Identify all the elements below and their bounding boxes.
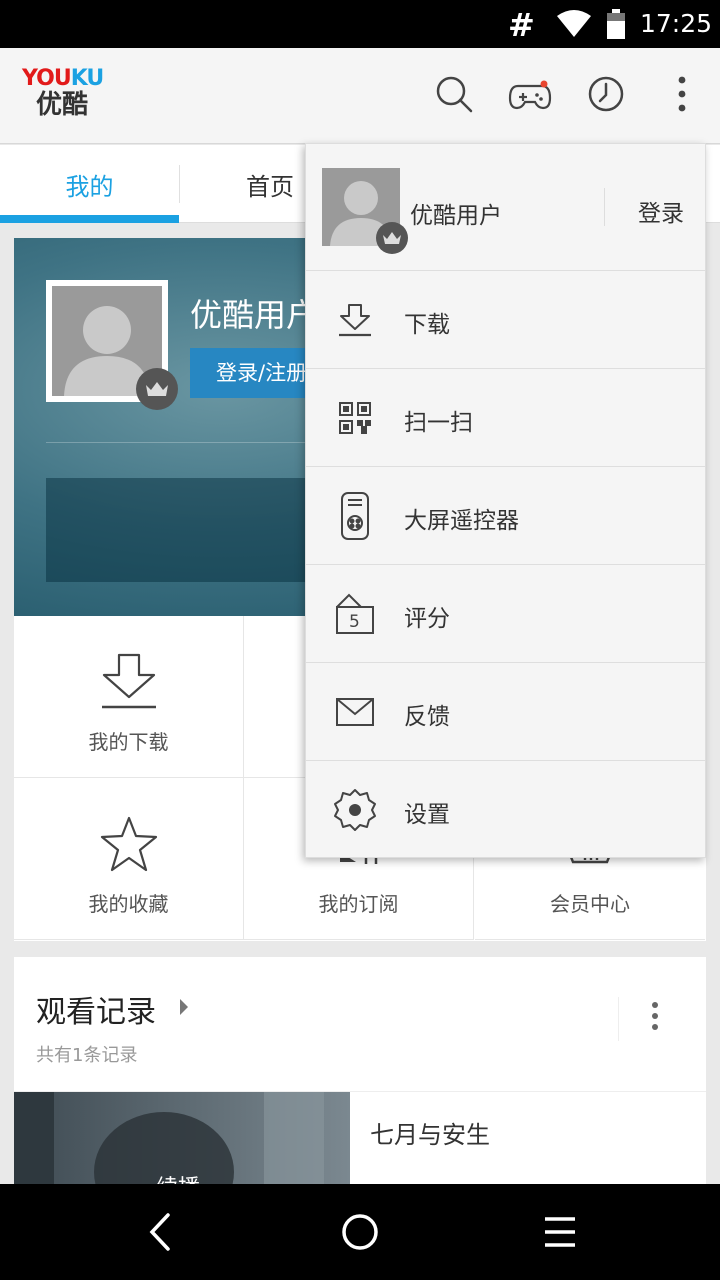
menu-login-button[interactable]: 登录 bbox=[638, 194, 684, 228]
clock: 17:25 bbox=[640, 9, 713, 38]
rating-icon: 5 bbox=[332, 589, 378, 639]
grid-item-downloads[interactable]: 我的下载 bbox=[14, 616, 244, 778]
star-icon bbox=[100, 812, 158, 876]
info-panel bbox=[46, 478, 346, 582]
logo-wordmark: YOUKU bbox=[22, 66, 104, 91]
more-vert-icon[interactable] bbox=[660, 72, 704, 116]
grid-item-favorites[interactable]: 我的收藏 bbox=[14, 778, 244, 940]
wifi-icon bbox=[556, 10, 592, 42]
menu-item-scan[interactable]: 扫一扫 bbox=[306, 369, 705, 467]
youku-logo[interactable]: YOUKU 优酷 bbox=[22, 66, 104, 121]
menu-item-rating[interactable]: 5 评分 bbox=[306, 565, 705, 663]
status-bar: # 17:25 bbox=[0, 0, 720, 48]
search-icon[interactable] bbox=[432, 72, 476, 116]
overflow-menu: 优酷用户 登录 下载 扫一扫 大屏遥控器 5 评分 反馈 设置 bbox=[305, 143, 706, 858]
logo-chinese: 优酷 bbox=[36, 90, 89, 120]
signal-glyph: # bbox=[508, 6, 535, 44]
watch-history-card: 观看记录 共有1条记录 续播 七月与安生 bbox=[14, 957, 706, 1187]
profile-username: 优酷用户 bbox=[190, 296, 319, 334]
menu-icon[interactable] bbox=[530, 1204, 590, 1260]
video-thumbnail[interactable]: 续播 bbox=[14, 1092, 350, 1187]
app-bar: YOUKU 优酷 bbox=[0, 48, 720, 144]
menu-item-label: 评分 bbox=[404, 606, 450, 632]
more-vert-icon[interactable] bbox=[650, 1001, 660, 1035]
system-nav-bar bbox=[0, 1184, 720, 1280]
tab-indicator bbox=[0, 215, 179, 223]
menu-user-header: 优酷用户 登录 bbox=[306, 144, 705, 271]
watch-history-title[interactable]: 观看记录 bbox=[36, 987, 156, 1031]
back-icon[interactable] bbox=[130, 1204, 190, 1260]
notification-dot bbox=[540, 80, 548, 88]
history-icon[interactable] bbox=[584, 72, 628, 116]
menu-item-download[interactable]: 下载 bbox=[306, 271, 705, 369]
menu-item-label: 反馈 bbox=[404, 704, 450, 730]
menu-username: 优酷用户 bbox=[410, 203, 502, 229]
divider bbox=[46, 442, 346, 443]
grid-item-label: 我的下载 bbox=[88, 730, 169, 754]
menu-item-settings[interactable]: 设置 bbox=[306, 761, 705, 859]
menu-item-label: 扫一扫 bbox=[404, 410, 473, 436]
menu-item-label: 下载 bbox=[404, 312, 450, 338]
grid-item-label: 我的收藏 bbox=[88, 892, 169, 916]
video-title[interactable]: 七月与安生 bbox=[370, 1115, 490, 1150]
menu-item-remote[interactable]: 大屏遥控器 bbox=[306, 467, 705, 565]
home-icon[interactable] bbox=[330, 1204, 390, 1260]
menu-item-label: 设置 bbox=[404, 802, 450, 828]
download-icon bbox=[332, 295, 378, 345]
menu-item-feedback[interactable]: 反馈 bbox=[306, 663, 705, 761]
divider bbox=[604, 188, 605, 226]
rating-icon-digit: 5 bbox=[349, 612, 360, 632]
watch-history-count: 共有1条记录 bbox=[36, 1045, 138, 1066]
tab-mine[interactable]: 我的 bbox=[0, 145, 179, 223]
remote-control-icon bbox=[332, 491, 378, 541]
qr-scan-icon bbox=[332, 393, 378, 443]
mail-icon bbox=[332, 687, 378, 737]
chevron-right-icon[interactable] bbox=[178, 997, 190, 1021]
menu-item-label: 大屏遥控器 bbox=[404, 508, 519, 534]
settings-icon bbox=[332, 785, 378, 835]
divider bbox=[618, 997, 619, 1041]
grid-item-label: 我的订阅 bbox=[318, 892, 399, 916]
download-icon bbox=[100, 650, 158, 714]
crown-icon bbox=[136, 368, 178, 410]
grid-item-label: 会员中心 bbox=[550, 892, 630, 916]
battery-icon bbox=[606, 9, 626, 43]
gamepad-icon[interactable] bbox=[508, 72, 552, 116]
crown-icon bbox=[376, 222, 408, 254]
